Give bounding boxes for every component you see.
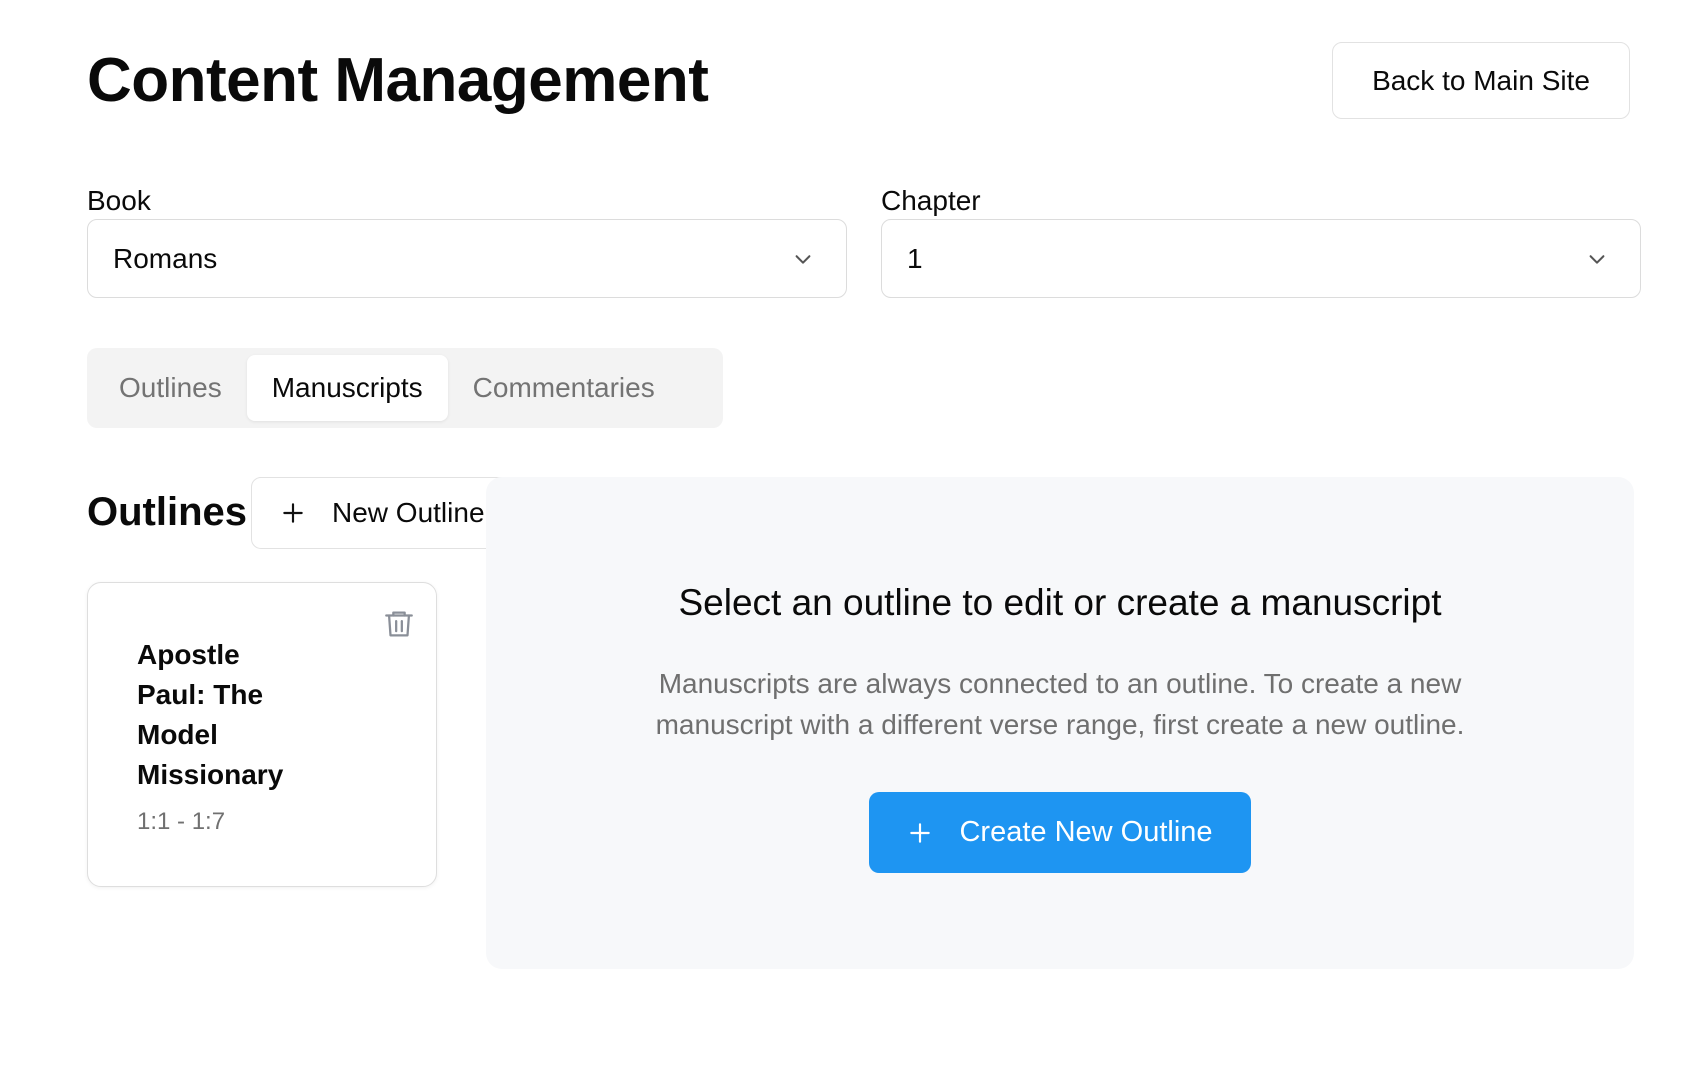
create-new-outline-button[interactable]: Create New Outline [869,792,1251,873]
plus-icon [907,820,933,846]
trash-icon[interactable] [382,607,416,641]
back-to-main-site-button[interactable]: Back to Main Site [1332,42,1630,119]
tab-commentaries[interactable]: Commentaries [448,355,680,421]
chevron-down-icon [790,246,816,272]
plus-icon [280,500,306,526]
create-new-outline-label: Create New Outline [959,816,1213,848]
empty-state-title: Select an outline to edit or create a ma… [678,582,1442,623]
empty-state-description: Manuscripts are always connected to an o… [655,668,1465,740]
book-select[interactable]: Romans [87,219,847,298]
new-outline-button[interactable]: New Outline [251,477,511,549]
tab-manuscripts[interactable]: Manuscripts [246,355,448,421]
outline-card[interactable]: Apostle Paul: The Model Missionary 1:1 -… [87,582,437,887]
chapter-label: Chapter [881,185,981,216]
manuscript-empty-state: Select an outline to edit or create a ma… [486,477,1634,969]
new-outline-label: New Outline [332,497,485,528]
page-title: Content Management [87,46,709,115]
outline-card-title: Apostle Paul: The Model Missionary [137,639,284,790]
tab-outlines[interactable]: Outlines [94,355,247,421]
book-label: Book [87,185,151,216]
content-tabs: Outlines Manuscripts Commentaries [87,348,723,428]
book-select-value: Romans [113,242,218,274]
outline-card-range: 1:1 - 1:7 [137,808,226,835]
outlines-section-title: Outlines [87,490,248,534]
chapter-select-value: 1 [907,242,923,274]
chevron-down-icon [1584,246,1610,272]
chapter-select[interactable]: 1 [881,219,1641,298]
